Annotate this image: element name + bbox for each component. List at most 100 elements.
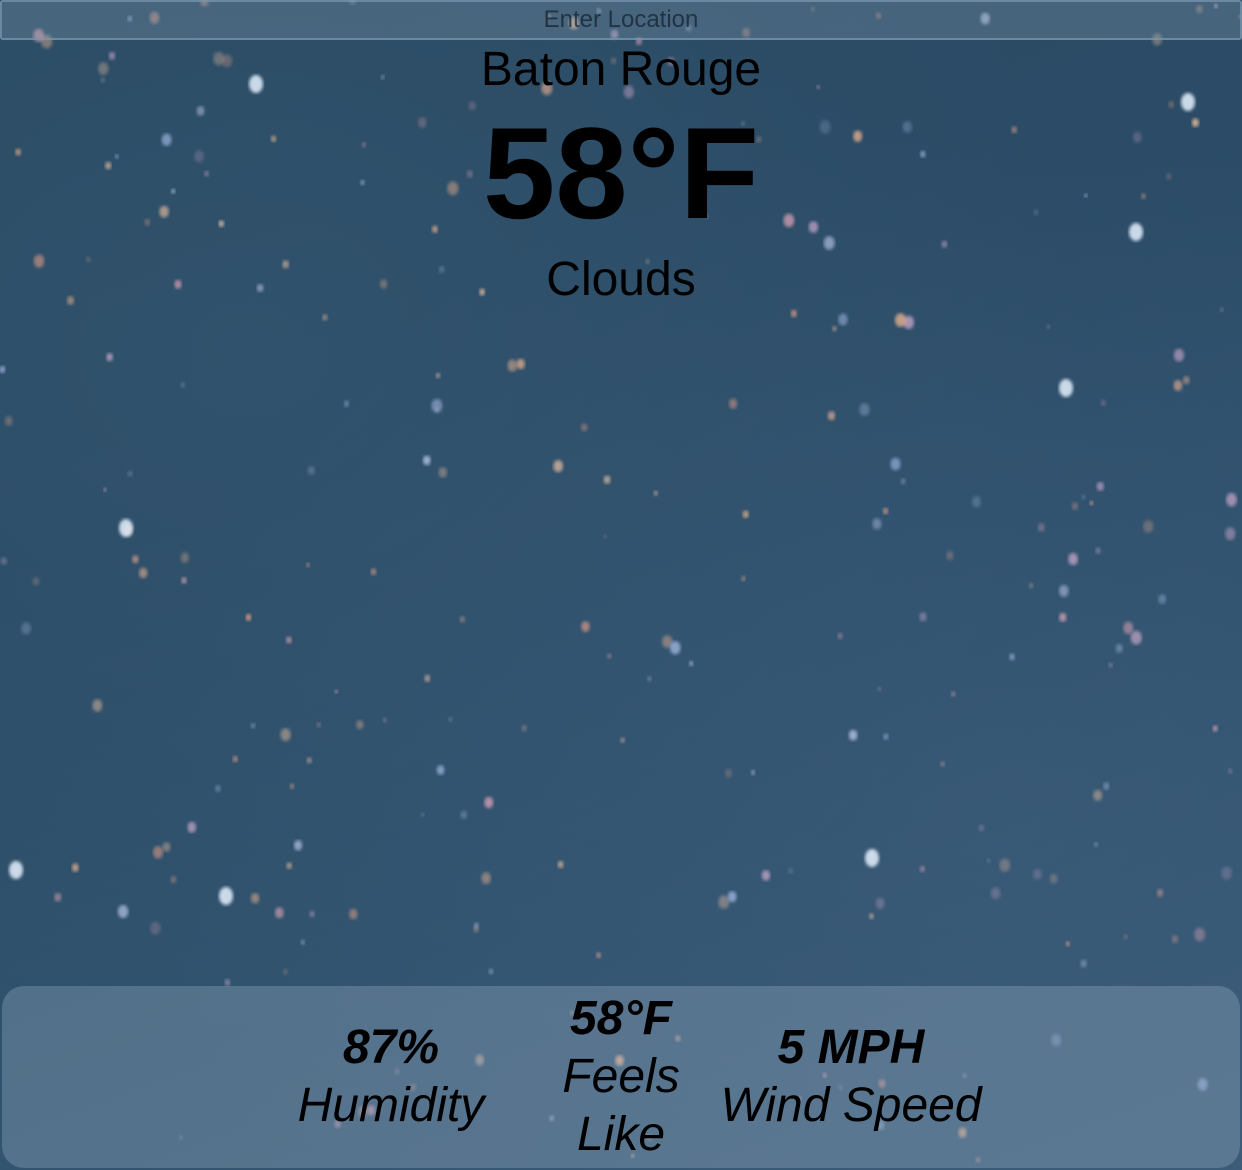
star xyxy=(1225,527,1236,541)
star xyxy=(689,660,694,667)
star xyxy=(435,372,441,379)
humidity-value: 87% xyxy=(342,1021,440,1074)
star xyxy=(250,893,260,904)
star xyxy=(1221,866,1232,880)
star xyxy=(1037,523,1045,532)
star xyxy=(1103,782,1110,790)
bright-star xyxy=(119,519,133,537)
star xyxy=(370,568,377,576)
star xyxy=(448,716,453,722)
star xyxy=(106,353,113,362)
star xyxy=(117,904,129,919)
star xyxy=(138,567,148,579)
star xyxy=(356,720,364,730)
star xyxy=(580,423,588,432)
star xyxy=(603,475,611,485)
star xyxy=(460,810,468,819)
star xyxy=(1143,520,1154,533)
star xyxy=(751,769,756,776)
star xyxy=(990,887,1001,900)
humidity-label: Humidity xyxy=(297,1079,485,1132)
star xyxy=(869,913,874,920)
star xyxy=(521,724,527,732)
star xyxy=(71,863,79,872)
star xyxy=(280,728,291,742)
star xyxy=(344,400,349,407)
star xyxy=(838,313,848,326)
star xyxy=(1094,842,1098,847)
star xyxy=(832,325,837,332)
star xyxy=(127,470,133,477)
star xyxy=(1173,348,1185,362)
star xyxy=(919,612,927,622)
star xyxy=(316,722,321,728)
star xyxy=(103,487,107,492)
star xyxy=(0,557,7,565)
star xyxy=(986,858,991,863)
star xyxy=(1046,324,1051,329)
star xyxy=(431,398,443,413)
star xyxy=(1093,789,1103,801)
star xyxy=(581,621,590,632)
star xyxy=(827,411,836,421)
star xyxy=(1182,376,1190,385)
weather-description: Clouds xyxy=(546,253,696,306)
star xyxy=(92,699,103,712)
wind-speed-stat: 5 MPH Wind Speed xyxy=(703,1019,999,1135)
bright-star xyxy=(865,849,879,867)
star xyxy=(1171,935,1179,944)
star xyxy=(951,691,956,697)
star xyxy=(289,783,295,789)
star xyxy=(1071,502,1079,510)
star xyxy=(1130,630,1142,645)
star xyxy=(436,765,445,775)
weather-details-panel: 87% Humidity 58°F Feels Like 5 MPH Wind … xyxy=(2,986,1240,1168)
location-search-box[interactable] xyxy=(0,0,1242,40)
star xyxy=(1065,941,1070,947)
star xyxy=(180,382,185,388)
current-temperature: 58°F xyxy=(483,100,759,246)
star xyxy=(1100,399,1106,407)
star xyxy=(488,968,494,975)
star xyxy=(484,796,494,809)
star xyxy=(607,653,612,659)
star xyxy=(919,866,925,873)
star xyxy=(603,534,607,539)
star xyxy=(718,895,730,909)
wind-speed-label: Wind Speed xyxy=(720,1079,982,1132)
star xyxy=(507,359,518,372)
star xyxy=(300,939,305,945)
star xyxy=(150,921,161,935)
star xyxy=(1089,500,1094,506)
star xyxy=(181,577,187,584)
star xyxy=(481,872,491,885)
star xyxy=(1212,725,1218,732)
star xyxy=(557,860,564,869)
location-input[interactable] xyxy=(2,2,1240,38)
star xyxy=(1059,612,1067,623)
star xyxy=(309,910,315,918)
bright-star xyxy=(9,861,23,879)
city-name: Baton Rouge xyxy=(480,43,762,96)
star xyxy=(741,576,746,582)
wind-speed-value: 5 MPH xyxy=(777,1021,925,1074)
star xyxy=(180,552,189,563)
star xyxy=(286,862,293,870)
star xyxy=(306,562,310,568)
star xyxy=(1173,380,1183,391)
star xyxy=(153,846,163,859)
star xyxy=(669,641,681,655)
star xyxy=(32,577,40,586)
star xyxy=(761,870,771,881)
star xyxy=(162,842,171,852)
star xyxy=(653,490,659,496)
star xyxy=(890,457,901,471)
feels-like-label: Feels Like xyxy=(562,1050,680,1161)
feels-like-stat: 58°F Feels Like xyxy=(551,990,691,1164)
star xyxy=(54,892,62,902)
humidity-stat: 87% Humidity xyxy=(243,1019,539,1135)
star xyxy=(999,858,1011,872)
star xyxy=(883,733,889,740)
star xyxy=(1156,888,1164,897)
star xyxy=(349,908,358,920)
